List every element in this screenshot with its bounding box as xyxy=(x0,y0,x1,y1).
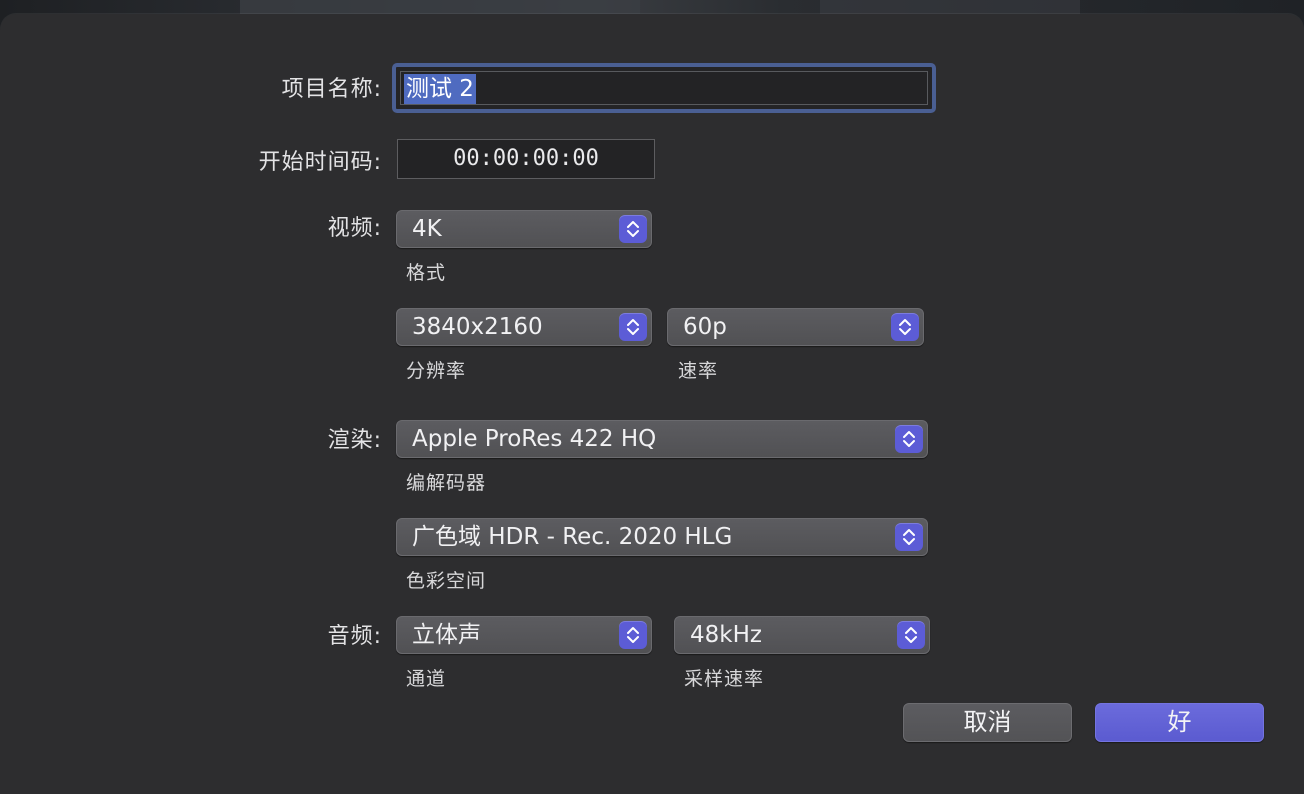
video-rate-caption: 速率 xyxy=(678,360,719,382)
start-timecode-field[interactable]: 00:00:00:00 xyxy=(397,139,655,179)
color-space-popup[interactable]: 广色域 HDR - Rec. 2020 HLG xyxy=(396,518,928,556)
up-down-chevron-icon xyxy=(895,425,923,453)
video-resolution-caption: 分辨率 xyxy=(406,360,467,382)
codec-popup[interactable]: Apple ProRes 422 HQ xyxy=(396,420,928,458)
color-space-value: 广色域 HDR - Rec. 2020 HLG xyxy=(412,524,733,550)
audio-channels-popup[interactable]: 立体声 xyxy=(396,616,652,654)
project-name-value: 测试 2 xyxy=(404,74,476,104)
video-rate-popup[interactable]: 60p xyxy=(667,308,924,346)
sample-rate-value: 48kHz xyxy=(690,622,762,648)
new-project-dialog: 项目名称: 测试 2 开始时间码: 00:00:00:00 视频: 4K 格式 … xyxy=(0,14,1304,794)
video-resolution-value: 3840x2160 xyxy=(412,314,543,340)
up-down-chevron-icon xyxy=(619,215,647,243)
sample-rate-popup[interactable]: 48kHz xyxy=(674,616,930,654)
video-resolution-popup[interactable]: 3840x2160 xyxy=(396,308,652,346)
color-space-caption: 色彩空间 xyxy=(406,570,487,592)
cancel-button[interactable]: 取消 xyxy=(903,703,1072,742)
sample-rate-caption: 采样速率 xyxy=(684,668,765,690)
video-rate-value: 60p xyxy=(683,314,727,340)
video-format-value: 4K xyxy=(412,216,442,242)
up-down-chevron-icon xyxy=(897,621,925,649)
up-down-chevron-icon xyxy=(619,621,647,649)
audio-channels-caption: 通道 xyxy=(406,668,447,690)
up-down-chevron-icon xyxy=(619,313,647,341)
video-label: 视频: xyxy=(327,216,382,241)
project-name-field[interactable]: 测试 2 xyxy=(392,63,936,113)
codec-caption: 编解码器 xyxy=(406,472,487,494)
codec-value: Apple ProRes 422 HQ xyxy=(412,426,657,452)
project-name-label: 项目名称: xyxy=(281,77,382,102)
rendering-label: 渲染: xyxy=(327,428,382,453)
project-name-field-inner xyxy=(400,71,928,105)
up-down-chevron-icon xyxy=(891,313,919,341)
up-down-chevron-icon xyxy=(895,523,923,551)
audio-label: 音频: xyxy=(327,624,382,649)
video-format-caption: 格式 xyxy=(406,262,447,284)
start-timecode-label: 开始时间码: xyxy=(258,150,382,175)
video-format-popup[interactable]: 4K xyxy=(396,210,652,248)
ok-button[interactable]: 好 xyxy=(1095,703,1264,742)
audio-channels-value: 立体声 xyxy=(412,622,481,648)
